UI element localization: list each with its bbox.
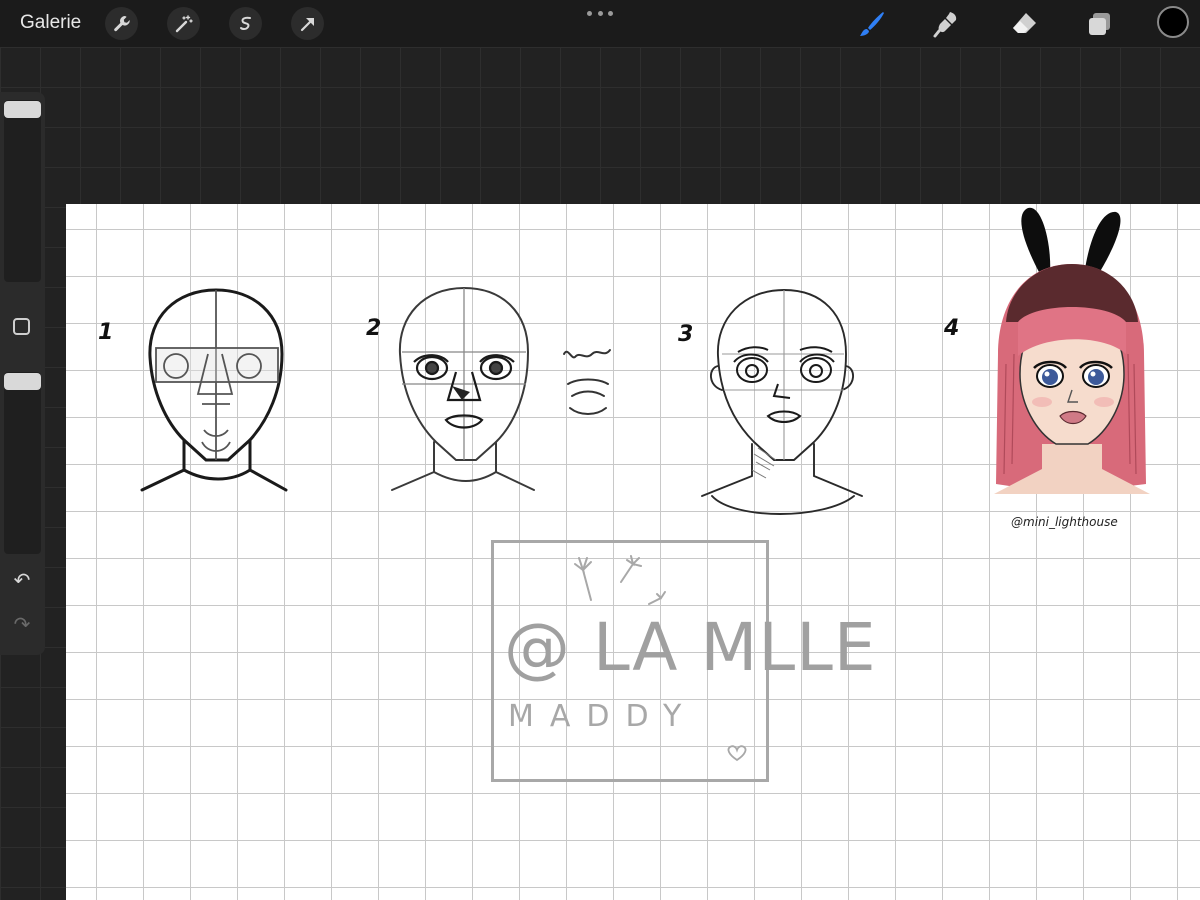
dandelion-seeds-icon [574,555,666,605]
face-sketch-1 [140,288,288,492]
magic-wand-icon[interactable] [167,7,200,40]
colored-portrait [994,207,1150,494]
layers-icon[interactable] [1082,6,1118,42]
smudge-icon[interactable] [928,6,964,42]
opacity-slider[interactable] [4,372,41,554]
step-label-3: 3 [678,322,694,347]
face-sketch-2 [391,286,535,491]
more-options-icon[interactable] [587,8,613,18]
heart-icon [727,745,747,762]
redo-icon[interactable]: ↷ [10,614,34,636]
transform-arrow-icon[interactable] [291,7,324,40]
step-label-1: 1 [98,320,114,345]
opacity-handle[interactable] [4,373,41,390]
eraser-icon[interactable] [1006,6,1042,42]
drawing-canvas[interactable]: 1 2 3 4 @mini_lighthouse @ LA MLLE MADDY [66,204,1200,900]
artist-signature: @mini_lighthouse [1011,515,1118,529]
left-sidebar: ↶ ↷ [0,92,45,655]
brush-size-handle[interactable] [4,101,41,118]
step-label-2: 2 [366,316,382,341]
brush-icon[interactable] [854,6,890,42]
watermark-name: MADDY [508,699,698,734]
watermark-handle: @ LA MLLE [504,609,877,686]
undo-icon[interactable]: ↶ [10,570,34,592]
top-toolbar: Galerie [0,0,1200,47]
gallery-button[interactable]: Galerie [20,12,81,34]
brush-size-slider[interactable] [4,100,41,282]
selection-icon[interactable] [229,7,262,40]
modify-button[interactable] [13,318,30,335]
wrench-icon[interactable] [105,7,138,40]
nose-lips-study [563,349,611,415]
color-picker-button[interactable] [1157,6,1189,38]
face-sketch-3 [701,289,863,515]
step-label-4: 4 [944,316,960,341]
